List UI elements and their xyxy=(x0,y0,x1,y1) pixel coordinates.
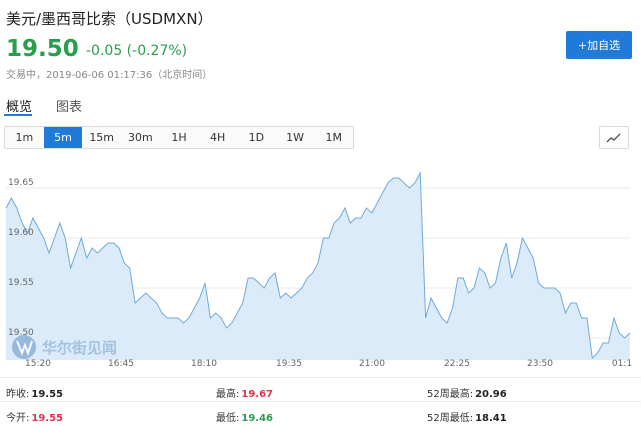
range-1m[interactable]: 1m xyxy=(5,127,44,148)
stat-low: 最低: 19.46 xyxy=(216,413,274,424)
x-tick-label: 01:1 xyxy=(612,359,632,369)
divider xyxy=(0,377,641,378)
stat-prev-close: 昨收: 19.55 xyxy=(6,389,64,400)
x-tick-label: 22:25 xyxy=(444,359,470,369)
price-chart[interactable]: 19.5019.5519.6019.65 15:20 16:45 18:10 19:3… xyxy=(0,150,641,372)
price-area-fill xyxy=(6,173,630,360)
y-tick-label: 19.55 xyxy=(8,278,34,288)
range-5m[interactable]: 5m xyxy=(43,127,83,148)
line-chart-icon xyxy=(606,133,621,142)
stat-52w-low: 52周最低: 18.41 xyxy=(427,413,507,424)
x-axis-labels: 15:20 16:45 18:10 19:35 21:00 22:25 23:50 01:1 xyxy=(25,359,632,369)
stat-high: 最高: 19.67 xyxy=(216,389,274,400)
range-30m[interactable]: 30m xyxy=(121,127,160,148)
x-tick-label: 15:20 xyxy=(25,359,51,369)
range-4h[interactable]: 4H xyxy=(198,127,237,148)
range-1w[interactable]: 1W xyxy=(276,127,315,148)
divider xyxy=(0,401,641,402)
x-tick-label: 18:10 xyxy=(191,359,217,369)
current-price: 19.50 xyxy=(6,36,79,62)
x-tick-label: 16:45 xyxy=(108,359,134,369)
chart-type-button[interactable] xyxy=(599,126,629,149)
price-change: -0.05 (-0.27%) xyxy=(86,43,188,59)
range-1h[interactable]: 1H xyxy=(160,127,199,148)
x-tick-label: 21:00 xyxy=(359,359,385,369)
tab-overview[interactable]: 概览 xyxy=(6,96,32,115)
stat-open: 今开: 19.55 xyxy=(6,413,64,424)
range-1mo[interactable]: 1M xyxy=(314,127,353,148)
main-tabs: 概览 图表 xyxy=(0,92,641,118)
range-1d[interactable]: 1D xyxy=(237,127,276,148)
x-tick-label: 23:50 xyxy=(527,359,553,369)
stat-52w-high: 52周最高: 20.96 xyxy=(427,389,507,400)
active-tab-indicator xyxy=(4,114,32,116)
watermark: 华尔街见闻 xyxy=(12,335,117,359)
x-tick-label: 19:35 xyxy=(276,359,302,369)
watermark-text: 华尔街见闻 xyxy=(42,339,117,357)
trading-status: 交易中，2019-06-06 01:17:36（北京时间） xyxy=(6,70,213,81)
range-15m[interactable]: 15m xyxy=(82,127,121,148)
page-title: 美元/墨西哥比索（USDMXN） xyxy=(6,10,213,28)
time-range-selector: 1m 5m 15m 30m 1H 4H 1D 1W 1M xyxy=(4,126,354,149)
y-tick-label: 19.60 xyxy=(8,228,34,238)
y-tick-label: 19.65 xyxy=(8,178,34,188)
add-to-watchlist-button[interactable]: +加自选 xyxy=(566,31,632,59)
tab-chart[interactable]: 图表 xyxy=(56,96,82,115)
